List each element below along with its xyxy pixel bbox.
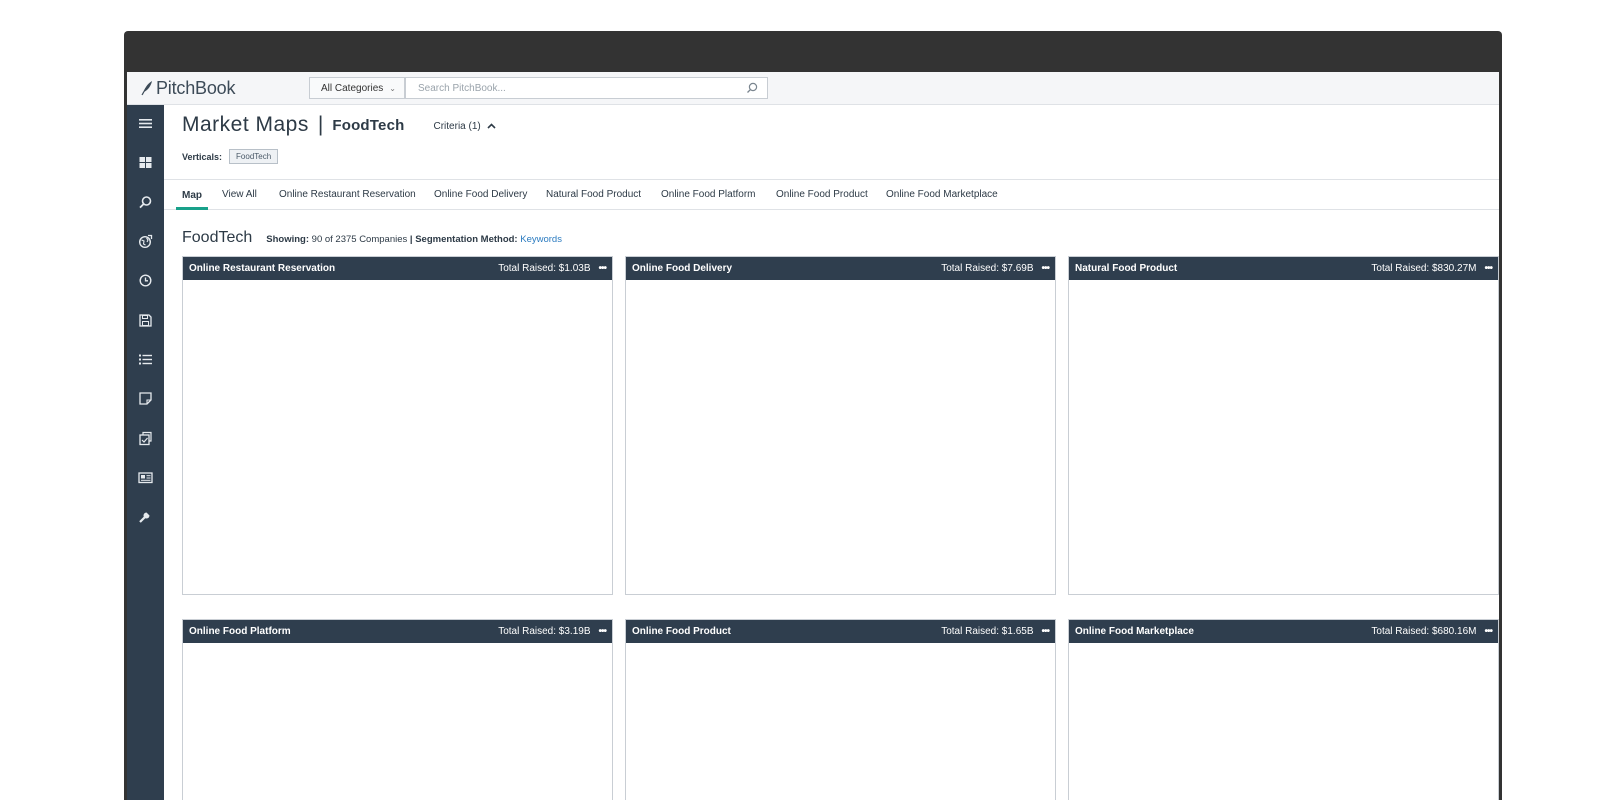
more-options-icon[interactable]: ••• [1484,263,1492,274]
segment-panel: Online Food Platform Total Raised: $3.19… [182,619,613,800]
verticals-row: Verticals: FoodTech [182,149,279,164]
showing-value: 90 of 2375 Companies [311,234,408,245]
save-icon[interactable] [136,311,155,330]
verticals-label: Verticals: [182,151,223,162]
tab-natural-food-product[interactable]: Natural Food Product [546,180,641,209]
category-select[interactable]: All Categories ⌄ [309,77,405,99]
section-title: FoodTech [182,229,253,246]
news-icon[interactable] [136,468,155,487]
panel-header-right: Total Raised: $830.27M ••• [1371,263,1493,274]
summary-divider: | [409,234,413,245]
chevron-down-icon: ⌄ [389,83,396,93]
panel-header: Online Food Platform Total Raised: $3.19… [183,620,612,643]
panel-header: Natural Food Product Total Raised: $830.… [1069,257,1498,280]
more-options-icon[interactable]: ••• [598,626,606,637]
segmentation-label: Segmentation Method: [415,234,518,245]
panel-header-right: Total Raised: $1.03B ••• [498,263,607,274]
panel-total-raised: Total Raised: $1.65B [941,626,1034,637]
tab-map[interactable]: Map [176,180,208,210]
panel-header: Online Food Marketplace Total Raised: $6… [1069,620,1498,643]
panel-header-right: Total Raised: $680.16M ••• [1371,626,1493,637]
panel-title[interactable]: Online Food Delivery [632,263,732,274]
panel-header: Online Food Delivery Total Raised: $7.69… [626,257,1055,280]
note-icon[interactable] [136,389,155,408]
segment-panel: Online Restaurant Reservation Total Rais… [182,256,613,595]
showing-summary: Showing: 90 of 2375 Companies | Segmenta… [266,234,562,245]
wrench-icon[interactable] [136,507,155,526]
sidebar [127,105,164,800]
tab-online-restaurant-reservation[interactable]: Online Restaurant Reservation [279,180,416,209]
panel-header-right: Total Raised: $3.19B ••• [498,626,607,637]
tab-bar: Map View All Online Restaurant Reservati… [164,179,1499,210]
search-icon[interactable] [136,193,155,212]
panel-total-raised: Total Raised: $680.16M [1371,626,1477,637]
globe-icon[interactable] [136,232,155,251]
panel-header-right: Total Raised: $1.65B ••• [941,626,1050,637]
segment-panel: Online Food Marketplace Total Raised: $6… [1068,619,1499,800]
panel-title[interactable]: Online Restaurant Reservation [189,263,335,274]
panel-title[interactable]: Online Food Product [632,626,731,637]
segment-panel: Online Food Product Total Raised: $1.65B… [625,619,1056,800]
chevron-up-icon [487,123,496,129]
panel-header: Online Restaurant Reservation Total Rais… [183,257,612,280]
panel-total-raised: Total Raised: $7.69B [941,263,1034,274]
panel-total-raised: Total Raised: $3.19B [498,626,591,637]
panel-title[interactable]: Online Food Platform [189,626,291,637]
more-options-icon[interactable]: ••• [1041,263,1049,274]
title-separator: | [317,113,324,136]
tab-online-food-delivery[interactable]: Online Food Delivery [434,180,527,209]
page-subtitle: FoodTech [332,116,405,134]
clipboard-icon[interactable] [136,429,155,448]
criteria-toggle[interactable]: Criteria (1) [434,121,496,132]
segment-panel: Natural Food Product Total Raised: $830.… [1068,256,1499,595]
search-icon[interactable] [746,82,758,94]
browser-frame: PitchBook All Categories ⌄ Search PitchB… [124,31,1502,800]
panel-total-raised: Total Raised: $1.03B [498,263,591,274]
segment-panel: Online Food Delivery Total Raised: $7.69… [625,256,1056,595]
panel-title[interactable]: Online Food Marketplace [1075,626,1194,637]
tab-online-food-product[interactable]: Online Food Product [776,180,868,209]
panel-total-raised: Total Raised: $830.27M [1371,263,1477,274]
search-box[interactable] [405,77,768,99]
category-select-value: All Categories [321,82,384,94]
more-options-icon[interactable]: ••• [1484,626,1492,637]
pitchbook-logo[interactable]: PitchBook [141,78,235,98]
criteria-label: Criteria (1) [433,120,481,132]
tab-view-all[interactable]: View All [222,180,257,209]
page-title: Market Maps [182,113,309,136]
main-content: Market Maps | FoodTech Criteria (1) Vert… [164,105,1499,800]
list-icon[interactable] [136,350,155,369]
dashboard-icon[interactable] [136,153,155,172]
logo-text: PitchBook [156,77,236,98]
more-options-icon[interactable]: ••• [598,263,606,274]
tab-online-food-marketplace[interactable]: Online Food Marketplace [886,180,998,209]
vertical-tag[interactable]: FoodTech [229,149,279,164]
search-input[interactable] [406,78,726,99]
tab-online-food-platform[interactable]: Online Food Platform [661,180,756,209]
panel-header-right: Total Raised: $7.69B ••• [941,263,1050,274]
menu-icon[interactable] [136,114,155,133]
top-bar: PitchBook All Categories ⌄ [127,72,1499,105]
panel-title[interactable]: Natural Food Product [1075,263,1177,274]
showing-label: Showing: [266,234,310,245]
segmentation-method-link[interactable]: Keywords [520,234,562,245]
title-row: Market Maps | FoodTech Criteria (1) [182,113,496,137]
app-window: PitchBook All Categories ⌄ Search PitchB… [127,72,1499,800]
logo-leaf-icon [141,81,152,96]
section-header: FoodTech Showing: 90 of 2375 Companies |… [182,229,562,247]
history-icon[interactable] [136,271,155,290]
panel-header: Online Food Product Total Raised: $1.65B… [626,620,1055,643]
more-options-icon[interactable]: ••• [1041,626,1049,637]
